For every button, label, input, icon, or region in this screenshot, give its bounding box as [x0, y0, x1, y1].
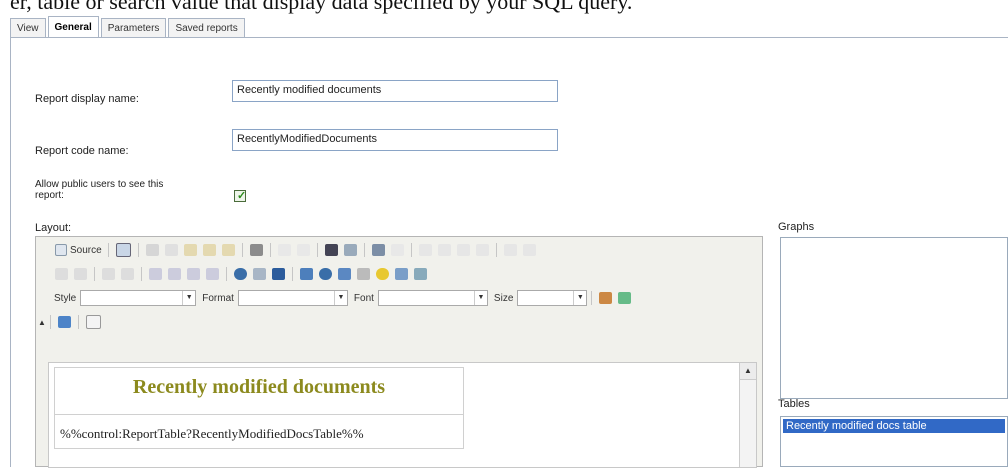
tab-saved-reports[interactable]: Saved reports	[168, 18, 245, 38]
public-users-label: Allow public users to see this report:	[35, 179, 163, 201]
align-justify-icon[interactable]	[206, 268, 219, 280]
flash-icon[interactable]	[319, 268, 332, 280]
special-char-icon[interactable]	[395, 268, 408, 280]
display-name-label: Report display name:	[35, 93, 139, 105]
tab-view[interactable]: View	[10, 18, 46, 38]
paste-word-icon[interactable]	[221, 244, 235, 256]
public-users-label-line2: report:	[35, 190, 64, 201]
tab-general[interactable]: General	[47, 16, 99, 38]
toolbar-row-2	[52, 263, 430, 285]
list-item[interactable]: Recently modified docs table	[783, 419, 1005, 433]
chevron-down-icon: ▼	[573, 291, 586, 305]
content-table: Recently modified documents %%control:Re…	[54, 367, 464, 449]
smiley-icon[interactable]	[376, 268, 389, 280]
tab-parameters[interactable]: Parameters	[100, 18, 167, 38]
align-left-icon[interactable]	[149, 268, 162, 280]
toolbar-row-1: Source	[52, 239, 539, 261]
remove-format-icon[interactable]	[390, 244, 404, 256]
report-table-macro: %%control:ReportTable?RecentlyModifiedDo…	[60, 426, 364, 441]
scroll-up-icon[interactable]: ▲	[740, 363, 756, 380]
preview-icon[interactable]	[115, 243, 131, 257]
tables-label: Tables	[778, 398, 810, 410]
editor-content-area[interactable]: Recently modified documents %%control:Re…	[48, 362, 757, 468]
tab-bar: View General Parameters Saved reports	[10, 16, 247, 38]
code-name-label: Report code name:	[35, 145, 129, 157]
layout-editor: Source Style ▼ Format ▼ Font ▼ Size ▼ ▲ …	[35, 236, 763, 468]
replace-icon[interactable]	[343, 244, 357, 256]
code-name-input[interactable]: RecentlyModifiedDocuments	[232, 129, 558, 151]
page-break-icon[interactable]	[414, 268, 427, 280]
indent-icon[interactable]	[121, 268, 134, 280]
font-combo[interactable]: ▼	[377, 290, 488, 306]
subscript-icon[interactable]	[503, 244, 517, 256]
chevron-down-icon: ▼	[182, 291, 195, 305]
find-icon[interactable]	[324, 244, 338, 256]
editor-scrollbar[interactable]: ▲	[739, 363, 756, 467]
copy-icon[interactable]	[164, 244, 178, 256]
cut-icon[interactable]	[145, 244, 159, 256]
anchor-icon[interactable]	[272, 268, 285, 280]
paste-text-icon[interactable]	[202, 244, 216, 256]
collapse-toolbar-icon[interactable]: ▲	[38, 318, 46, 327]
align-center-icon[interactable]	[168, 268, 181, 280]
toolbar-row-4: ▲	[36, 311, 104, 333]
select-all-icon[interactable]	[371, 244, 385, 256]
outdent-icon[interactable]	[102, 268, 115, 280]
about-icon[interactable]	[86, 315, 101, 329]
chevron-down-icon: ▼	[333, 291, 347, 305]
superscript-icon[interactable]	[522, 244, 536, 256]
style-combo[interactable]: ▼	[80, 290, 197, 306]
content-heading: Recently modified documents	[132, 376, 386, 398]
bulleted-list-icon[interactable]	[74, 268, 87, 280]
layout-label: Layout:	[35, 222, 72, 234]
undo-icon[interactable]	[277, 244, 291, 256]
font-label: Font	[353, 292, 374, 304]
clipped-doc-text: er, table or search value that display d…	[10, 0, 633, 14]
tables-listbox[interactable]: Recently modified docs table	[780, 416, 1008, 467]
chevron-down-icon: ▼	[473, 291, 487, 305]
format-combo[interactable]: ▼	[237, 290, 348, 306]
text-color-icon[interactable]	[599, 292, 613, 304]
bold-icon[interactable]	[418, 244, 432, 256]
table-icon[interactable]	[338, 268, 351, 280]
paste-icon[interactable]	[183, 244, 197, 256]
source-button-label[interactable]: Source	[70, 245, 102, 256]
content-divider	[55, 414, 463, 415]
format-label: Format	[202, 292, 234, 304]
display-name-input[interactable]: Recently modified documents	[232, 80, 558, 102]
checkmark-icon: ✓	[237, 190, 247, 202]
strikethrough-icon[interactable]	[475, 244, 489, 256]
graphs-listbox[interactable]	[780, 237, 1008, 399]
size-combo[interactable]: ▼	[517, 290, 588, 306]
public-users-label-line1: Allow public users to see this	[35, 179, 164, 190]
public-users-checkbox[interactable]: ✓	[234, 190, 246, 202]
source-icon[interactable]	[55, 244, 67, 256]
image-icon[interactable]	[300, 268, 313, 280]
graphs-label: Graphs	[778, 221, 815, 233]
redo-icon[interactable]	[296, 244, 310, 256]
style-label: Style	[54, 292, 77, 304]
maximize-icon[interactable]	[58, 316, 71, 328]
numbered-list-icon[interactable]	[55, 268, 68, 280]
background-color-icon[interactable]	[618, 292, 632, 304]
align-right-icon[interactable]	[187, 268, 200, 280]
toolbar-row-3: Style ▼ Format ▼ Font ▼ Size ▼	[52, 287, 634, 309]
link-icon[interactable]	[234, 268, 247, 280]
print-icon[interactable]	[249, 244, 263, 256]
italic-icon[interactable]	[437, 244, 451, 256]
size-label: Size	[493, 292, 514, 304]
horizontal-rule-icon[interactable]	[357, 268, 370, 280]
underline-icon[interactable]	[456, 244, 470, 256]
unlink-icon[interactable]	[253, 268, 266, 280]
